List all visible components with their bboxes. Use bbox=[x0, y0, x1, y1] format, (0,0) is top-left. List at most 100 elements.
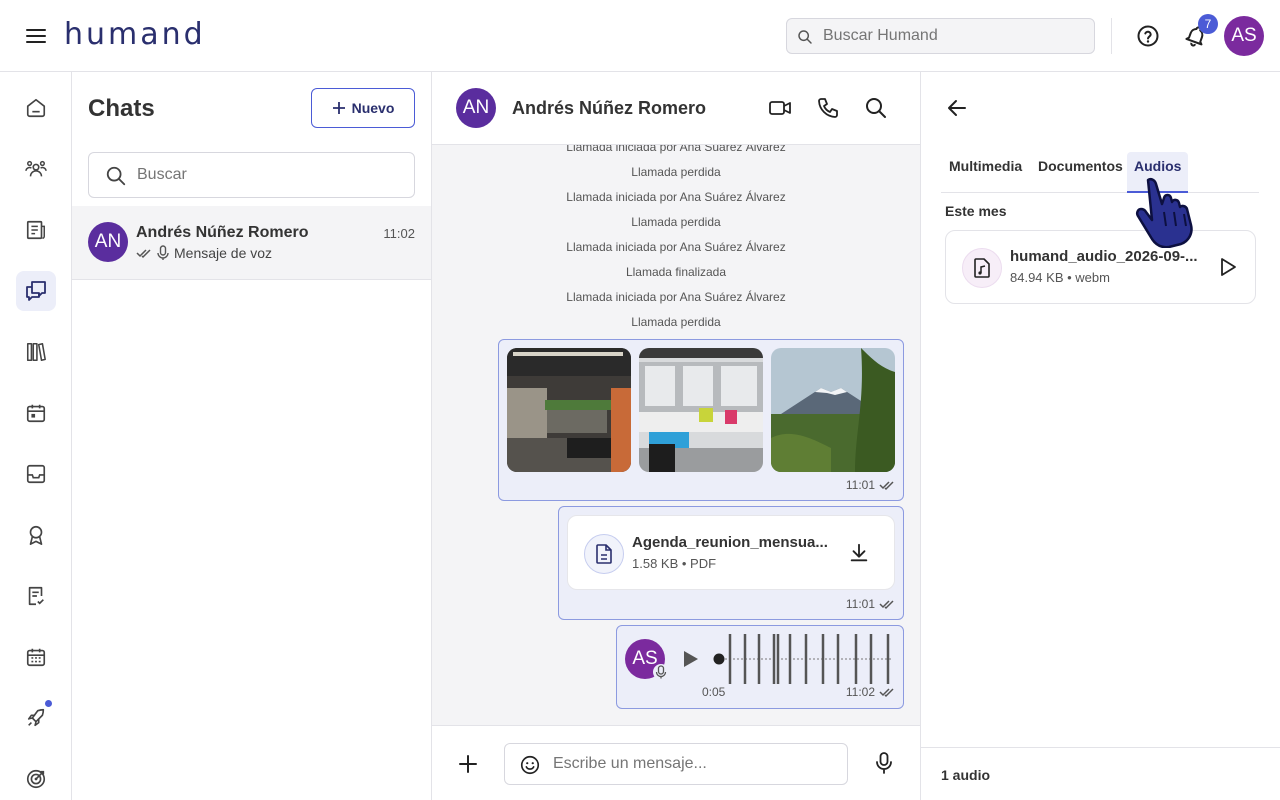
humand-logo[interactable]: humand bbox=[64, 17, 206, 52]
chat-time: 11:02 bbox=[383, 226, 415, 241]
chat-search[interactable] bbox=[88, 152, 415, 198]
images-message: 11:01 bbox=[498, 339, 904, 501]
file-attachment[interactable]: Agenda_reunion_mensua... 1.58 KB • PDF bbox=[567, 515, 895, 590]
system-message: Llamada perdida bbox=[631, 215, 721, 229]
tab-multimedia[interactable]: Multimedia bbox=[949, 158, 1022, 174]
nav-calendar[interactable] bbox=[16, 393, 56, 433]
double-check-icon bbox=[879, 600, 894, 610]
play-audio-icon[interactable] bbox=[1216, 256, 1238, 278]
search-icon bbox=[798, 30, 812, 44]
system-message: Llamada finalizada bbox=[625, 265, 727, 279]
search-icon bbox=[106, 166, 126, 186]
panel-footer: 1 audio bbox=[921, 747, 1280, 800]
menu-icon[interactable] bbox=[24, 24, 48, 48]
chat-list-panel: Chats Nuevo AN Andrés Núñez Romero 11:02… bbox=[72, 72, 432, 800]
message-timestamp: 11:01 bbox=[846, 478, 895, 492]
system-message: Llamada iniciada por Ana Suárez Álvarez bbox=[566, 290, 786, 304]
target-icon bbox=[26, 769, 46, 789]
nav-people[interactable] bbox=[16, 149, 56, 189]
document-icon bbox=[584, 534, 624, 574]
nav-schedule[interactable] bbox=[16, 637, 56, 677]
attach-plus-icon[interactable] bbox=[456, 752, 480, 776]
nav-inbox[interactable] bbox=[16, 454, 56, 494]
voice-message: AS 0:05 11:02 bbox=[616, 625, 904, 709]
avatar: AN bbox=[88, 222, 128, 262]
audio-file-icon bbox=[962, 248, 1002, 288]
system-message: Llamada iniciada por Ana Suárez Álvarez bbox=[566, 145, 786, 154]
nav-tasks[interactable] bbox=[16, 576, 56, 616]
video-call-icon[interactable] bbox=[768, 96, 792, 120]
office-image-1[interactable] bbox=[507, 348, 631, 472]
nav-goals[interactable] bbox=[16, 759, 56, 799]
volcano-image[interactable] bbox=[771, 348, 895, 472]
voice-duration: 0:05 bbox=[702, 685, 726, 699]
shared-media-panel: Multimedia Documentos Audios Este mes hu… bbox=[921, 72, 1280, 800]
conversation-header: AN Andrés Núñez Romero bbox=[432, 72, 920, 145]
chat-icon bbox=[26, 281, 46, 301]
nav-recognition[interactable] bbox=[16, 515, 56, 555]
search-messages-icon[interactable] bbox=[864, 96, 888, 120]
tab-audios[interactable]: Audios bbox=[1134, 158, 1181, 174]
file-meta: 1.58 KB • PDF bbox=[632, 556, 717, 571]
file-name: Agenda_reunion_mensua... bbox=[632, 534, 828, 551]
play-voice-icon[interactable] bbox=[679, 648, 701, 670]
microphone-icon bbox=[157, 245, 169, 260]
people-icon bbox=[25, 160, 47, 177]
emoji-icon[interactable] bbox=[519, 754, 541, 776]
nav-home[interactable] bbox=[16, 88, 56, 128]
microphone-icon bbox=[653, 664, 669, 680]
record-voice-icon[interactable] bbox=[872, 751, 896, 775]
download-icon[interactable] bbox=[848, 542, 870, 564]
user-avatar[interactable]: AS bbox=[1224, 16, 1264, 56]
award-icon bbox=[29, 525, 43, 545]
audio-file-meta: 84.94 KB • webm bbox=[1010, 270, 1110, 285]
office-image-2[interactable] bbox=[639, 348, 763, 472]
contact-avatar[interactable]: AN bbox=[456, 88, 496, 128]
chats-title: Chats bbox=[88, 95, 155, 122]
left-nav bbox=[0, 72, 72, 800]
message-input[interactable] bbox=[553, 744, 833, 784]
system-message: Llamada iniciada por Ana Suárez Álvarez bbox=[566, 240, 786, 254]
home-icon bbox=[26, 98, 46, 118]
calendar-icon bbox=[26, 404, 46, 423]
back-arrow-icon[interactable] bbox=[945, 96, 969, 120]
hand-cursor-icon bbox=[1134, 176, 1204, 248]
audio-file-name: humand_audio_2026-09-... bbox=[1010, 248, 1198, 265]
nav-news[interactable] bbox=[16, 210, 56, 250]
conversation-panel: AN Andrés Núñez Romero Llamada iniciada … bbox=[432, 72, 921, 800]
nav-chats[interactable] bbox=[16, 271, 56, 311]
section-label: Este mes bbox=[945, 203, 1007, 219]
global-search-input[interactable] bbox=[823, 19, 1083, 53]
nav-library[interactable] bbox=[16, 332, 56, 372]
help-icon[interactable] bbox=[1136, 24, 1160, 48]
system-message: Llamada perdida bbox=[631, 165, 721, 179]
top-bar: humand 7 AS bbox=[0, 0, 1280, 72]
message-list[interactable]: Llamada iniciada por Ana Suárez Álvarez … bbox=[432, 145, 920, 725]
message-timestamp: 11:01 bbox=[846, 597, 895, 611]
system-message: Llamada perdida bbox=[631, 315, 721, 329]
chat-preview-text: Mensaje de voz bbox=[174, 245, 273, 261]
file-message: Agenda_reunion_mensua... 1.58 KB • PDF 1… bbox=[558, 506, 904, 620]
chat-preview: Mensaje de voz bbox=[136, 245, 272, 261]
contact-name[interactable]: Andrés Núñez Romero bbox=[512, 98, 706, 119]
media-tabs: Multimedia Documentos Audios bbox=[941, 148, 1259, 193]
plus-icon bbox=[332, 102, 345, 114]
audio-item[interactable]: humand_audio_2026-09-... 84.94 KB • webm bbox=[945, 230, 1256, 304]
phone-call-icon[interactable] bbox=[816, 96, 840, 120]
system-message: Llamada iniciada por Ana Suárez Álvarez bbox=[566, 190, 786, 204]
tab-documentos[interactable]: Documentos bbox=[1038, 158, 1123, 174]
voice-waveform[interactable] bbox=[713, 634, 893, 684]
message-input-box[interactable] bbox=[504, 743, 848, 785]
chat-contact-name: Andrés Núñez Romero bbox=[136, 224, 309, 241]
global-search[interactable] bbox=[786, 18, 1095, 54]
checklist-icon bbox=[28, 586, 44, 606]
nav-onboarding[interactable] bbox=[16, 698, 56, 738]
chat-search-input[interactable] bbox=[137, 153, 397, 197]
new-chat-button[interactable]: Nuevo bbox=[311, 88, 415, 128]
double-check-icon bbox=[879, 688, 894, 698]
rocket-badge bbox=[45, 700, 52, 707]
double-check-icon bbox=[136, 249, 151, 259]
notification-badge: 7 bbox=[1198, 14, 1218, 34]
message-timestamp: 11:02 bbox=[846, 685, 895, 699]
chat-list-item[interactable]: AN Andrés Núñez Romero 11:02 Mensaje de … bbox=[72, 206, 431, 280]
